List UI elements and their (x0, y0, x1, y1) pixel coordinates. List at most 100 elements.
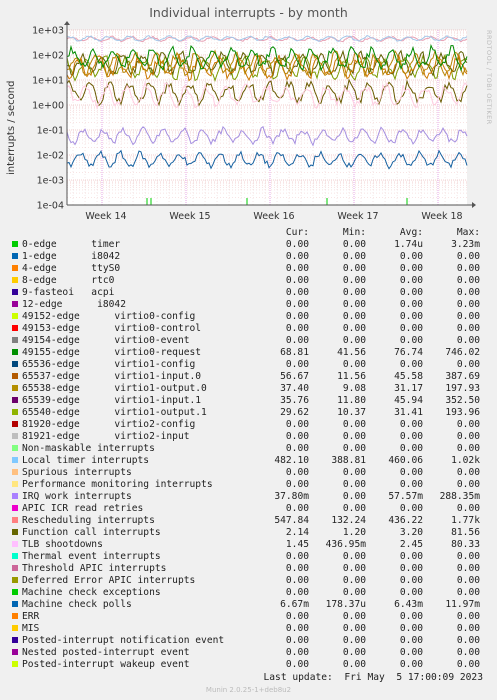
legend-swatch (12, 601, 18, 607)
legend-swatch (12, 313, 18, 319)
legend-value-cur: 0.00 (285, 659, 309, 670)
y-tick-label: 1e+00 (32, 101, 64, 112)
legend-row: 81920-edge virtio2-config 0.00 0.00 0.00 0.0… (10, 419, 480, 431)
legend-series-name: 49153-edge virtio0-control (22, 323, 202, 334)
legend-value-max: 1.77k (451, 515, 480, 526)
legend-value-max: 81.56 (451, 527, 480, 538)
legend-value-min: 0.00 (342, 587, 366, 598)
legend-value-avg: 0.00 (399, 479, 423, 490)
legend-swatch (12, 253, 18, 259)
legend-value-min: 0.00 (342, 575, 366, 586)
legend-value-min: 11.80 (337, 395, 366, 406)
legend-swatch (12, 289, 18, 295)
legend-value-max: 0.00 (456, 419, 480, 430)
legend-swatch (12, 361, 18, 367)
legend-row: Performance monitoring interrupts 0.00 0.0… (10, 479, 480, 491)
legend-series-name: Posted-interrupt wakeup event (22, 659, 190, 670)
legend-value-avg: 0.00 (399, 611, 423, 622)
legend-swatch (12, 577, 18, 583)
legend-value-min: 0.00 (342, 659, 366, 670)
legend-swatch (12, 265, 18, 271)
y-axis-label: interrupts / second (6, 81, 17, 175)
legend-value-avg: 57.57m (388, 491, 423, 502)
legend-value-max: 0.00 (456, 359, 480, 370)
legend-value-min: 0.00 (342, 467, 366, 478)
legend-swatch (12, 457, 18, 463)
y-tick-label: 1e-01 (37, 126, 64, 137)
legend-swatch (12, 469, 18, 475)
legend-series-name: 49155-edge virtio0-request (22, 347, 202, 358)
legend-value-min: 0.00 (342, 491, 366, 502)
legend-row: 12-edge i8042 0.00 0.00 0.00 0.00 (10, 299, 480, 311)
legend-value-avg: 31.41 (394, 407, 423, 418)
legend-series-name: Threshold APIC interrupts (22, 563, 167, 574)
legend-row: Rescheduling interrupts 547.84 132.24 436.2… (10, 515, 480, 527)
legend-swatch (12, 445, 18, 451)
legend-series-name: Machine check polls (22, 599, 132, 610)
legend-row: 9-fasteoi acpi 0.00 0.00 0.00 0.00 (10, 287, 480, 299)
legend-value-max: 0.00 (456, 251, 480, 262)
legend-series-name: Thermal event interrupts (22, 551, 161, 562)
legend-series-name: 8-edge rtc0 (22, 275, 115, 286)
legend-series-name: 65537-edge virtio1-input.0 (22, 371, 202, 382)
legend-series-name: Performance monitoring interrupts (22, 479, 213, 490)
legend-value-avg: 0.00 (399, 299, 423, 310)
legend-row: Deferred Error APIC interrupts 0.00 0.00 0.… (10, 575, 480, 587)
legend-value-min: 0.00 (342, 611, 366, 622)
legend-value-max: 0.00 (456, 479, 480, 490)
legend-value-min: 388.81 (331, 455, 366, 466)
legend-swatch (12, 661, 18, 667)
legend-value-max: 3.23m (451, 239, 480, 250)
legend-swatch (12, 493, 18, 499)
legend-swatch (12, 277, 18, 283)
legend-value-max: 0.00 (456, 323, 480, 334)
legend-series-name: Function call interrupts (22, 527, 161, 538)
legend-value-avg: 0.00 (399, 563, 423, 574)
legend-value-cur: 37.80m (274, 491, 309, 502)
y-tick-label: 1e+02 (32, 51, 64, 62)
legend-swatch (12, 409, 18, 415)
legend-value-max: 0.00 (456, 659, 480, 670)
legend-value-max: 0.00 (456, 287, 480, 298)
legend-swatch (12, 481, 18, 487)
x-tick-label: Week 15 (169, 211, 210, 222)
legend-value-max: 0.00 (456, 635, 480, 646)
legend-value-max: 746.02 (445, 347, 480, 358)
legend-swatch (12, 505, 18, 511)
legend-row: 65539-edge virtio1-input.1 35.76 11.80 45.9… (10, 395, 480, 407)
legend-value-avg: 0.00 (399, 359, 423, 370)
legend-row: 65536-edge virtio1-config 0.00 0.00 0.00 0.0… (10, 359, 480, 371)
legend-value-min: 0.00 (342, 431, 366, 442)
legend-value-min: 0.00 (342, 479, 366, 490)
legend-value-cur: 0.00 (285, 479, 309, 490)
legend-value-min: 132.24 (331, 515, 366, 526)
legend-value-avg: 460.06 (388, 455, 423, 466)
legend-swatch (12, 373, 18, 379)
legend-value-min: 41.56 (337, 347, 366, 358)
legend-swatch (12, 349, 18, 355)
legend-row: 49155-edge virtio0-request 68.81 41.56 76.7… (10, 347, 480, 359)
legend-header-row: Cur: Min: Avg: Max: (10, 227, 480, 239)
legend-value-avg: 76.74 (394, 347, 423, 358)
legend-series-name: IRQ work interrupts (22, 491, 132, 502)
legend-value-max: 0.00 (456, 335, 480, 346)
legend-value-max: 11.97m (445, 599, 480, 610)
legend-row: APIC ICR read retries 0.00 0.00 0.00 0.00 (10, 503, 480, 515)
legend-value-cur: 0.00 (285, 335, 309, 346)
legend-value-avg: 0.00 (399, 551, 423, 562)
legend-value-min: 0.00 (342, 251, 366, 262)
legend-row: 0-edge timer 0.00 0.00 1.74u 3.23m (10, 239, 480, 251)
legend-value-min: 0.00 (342, 287, 366, 298)
legend-value-cur: 35.76 (280, 395, 309, 406)
legend-value-max: 288.35m (439, 491, 480, 502)
legend-series-name: 0-edge timer (22, 239, 121, 250)
legend-value-avg: 0.00 (399, 467, 423, 478)
legend-series-name: Rescheduling interrupts (22, 515, 155, 526)
y-tick-label: 1e+03 (32, 26, 64, 37)
y-tick-label: 1e-04 (37, 201, 64, 212)
legend-value-min: 0.00 (342, 443, 366, 454)
legend-value-avg: 0.00 (399, 275, 423, 286)
legend-value-cur: 0.00 (285, 287, 309, 298)
chart-area: 1e-04 1e-03 1e-02 1e-01 1e+00 1e+01 1e+02 1e+03… (6, 21, 476, 222)
legend-value-max: 0.00 (456, 263, 480, 274)
